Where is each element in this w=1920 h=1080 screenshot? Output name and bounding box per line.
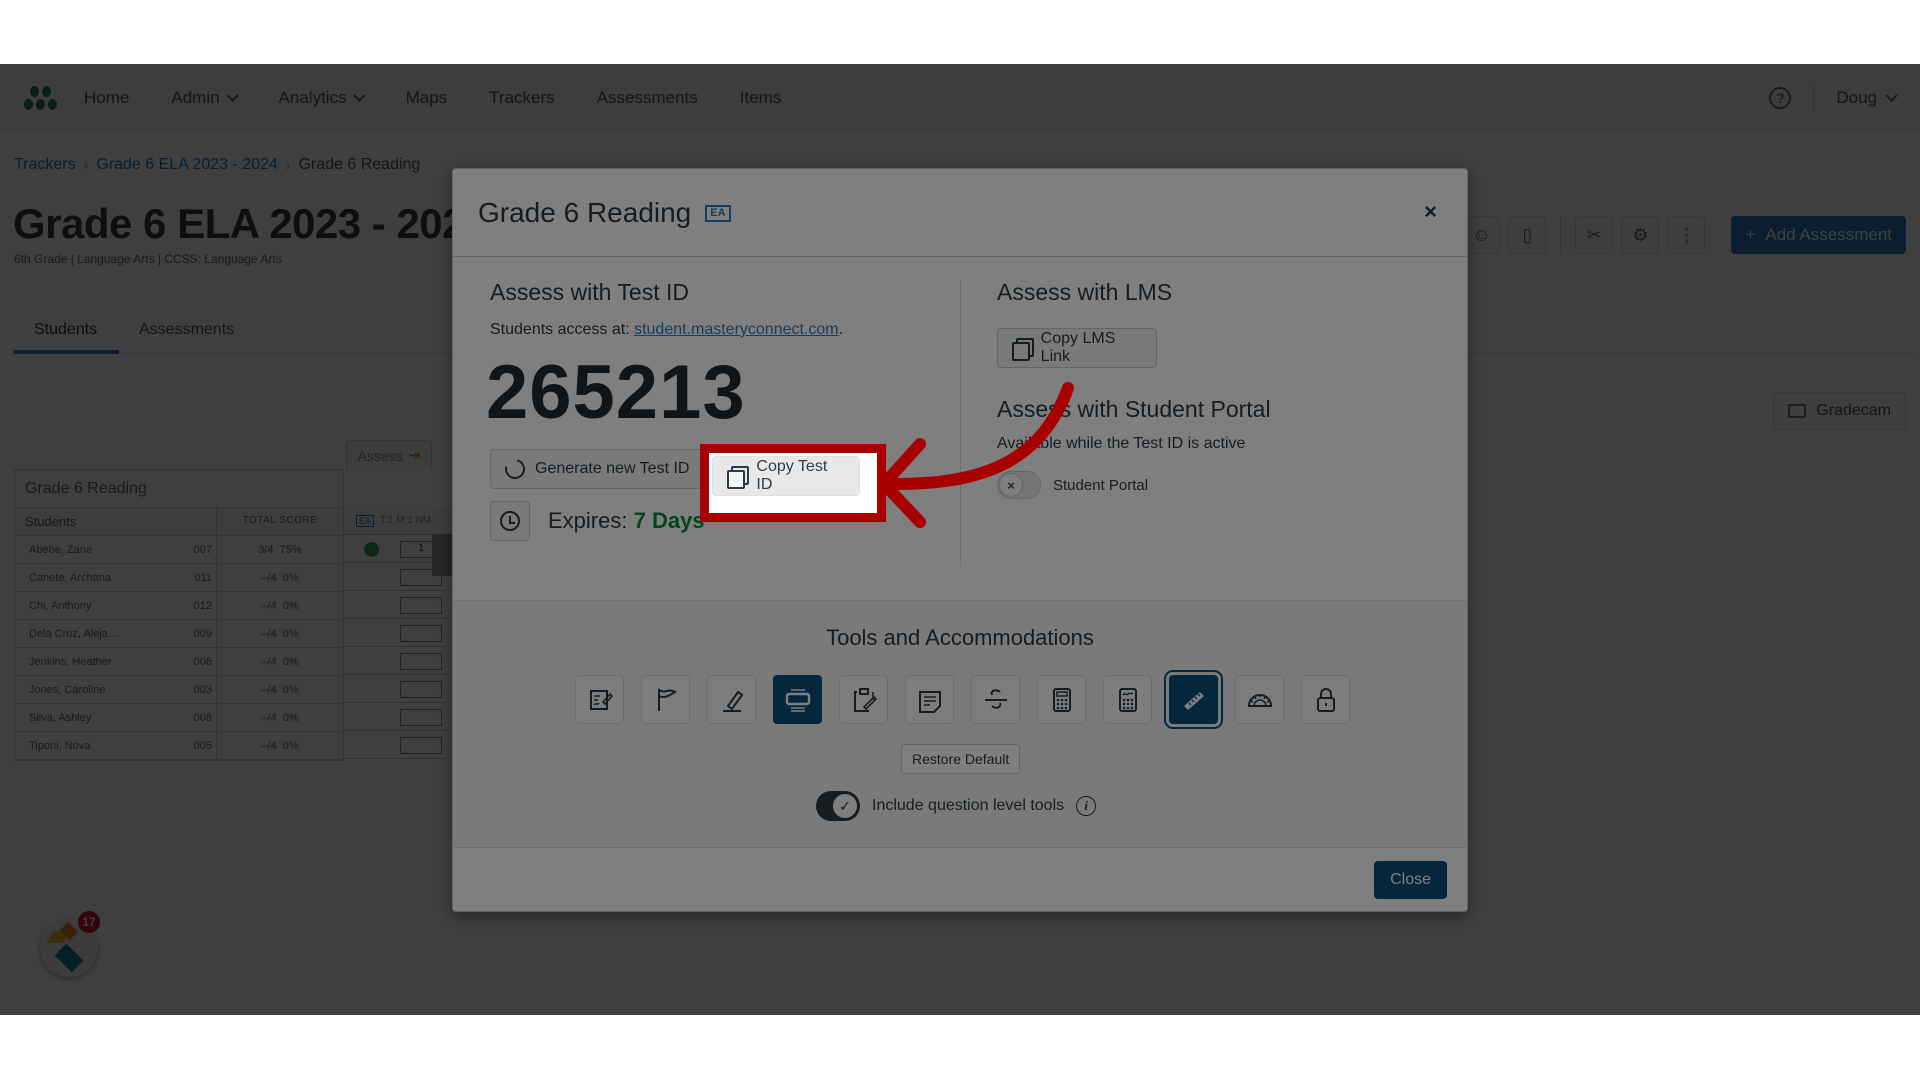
copy-test-id-label: Copy Test ID: [756, 458, 828, 493]
copy-icon: [727, 466, 750, 489]
annotation-highlight-box: Copy Test ID: [700, 444, 886, 522]
app-screen: HomeAdminAnalyticsMapsTrackersAssessment…: [0, 64, 1920, 1015]
copy-test-id-button[interactable]: Copy Test ID: [712, 456, 860, 496]
modal-dim-overlay: [0, 64, 1920, 1015]
